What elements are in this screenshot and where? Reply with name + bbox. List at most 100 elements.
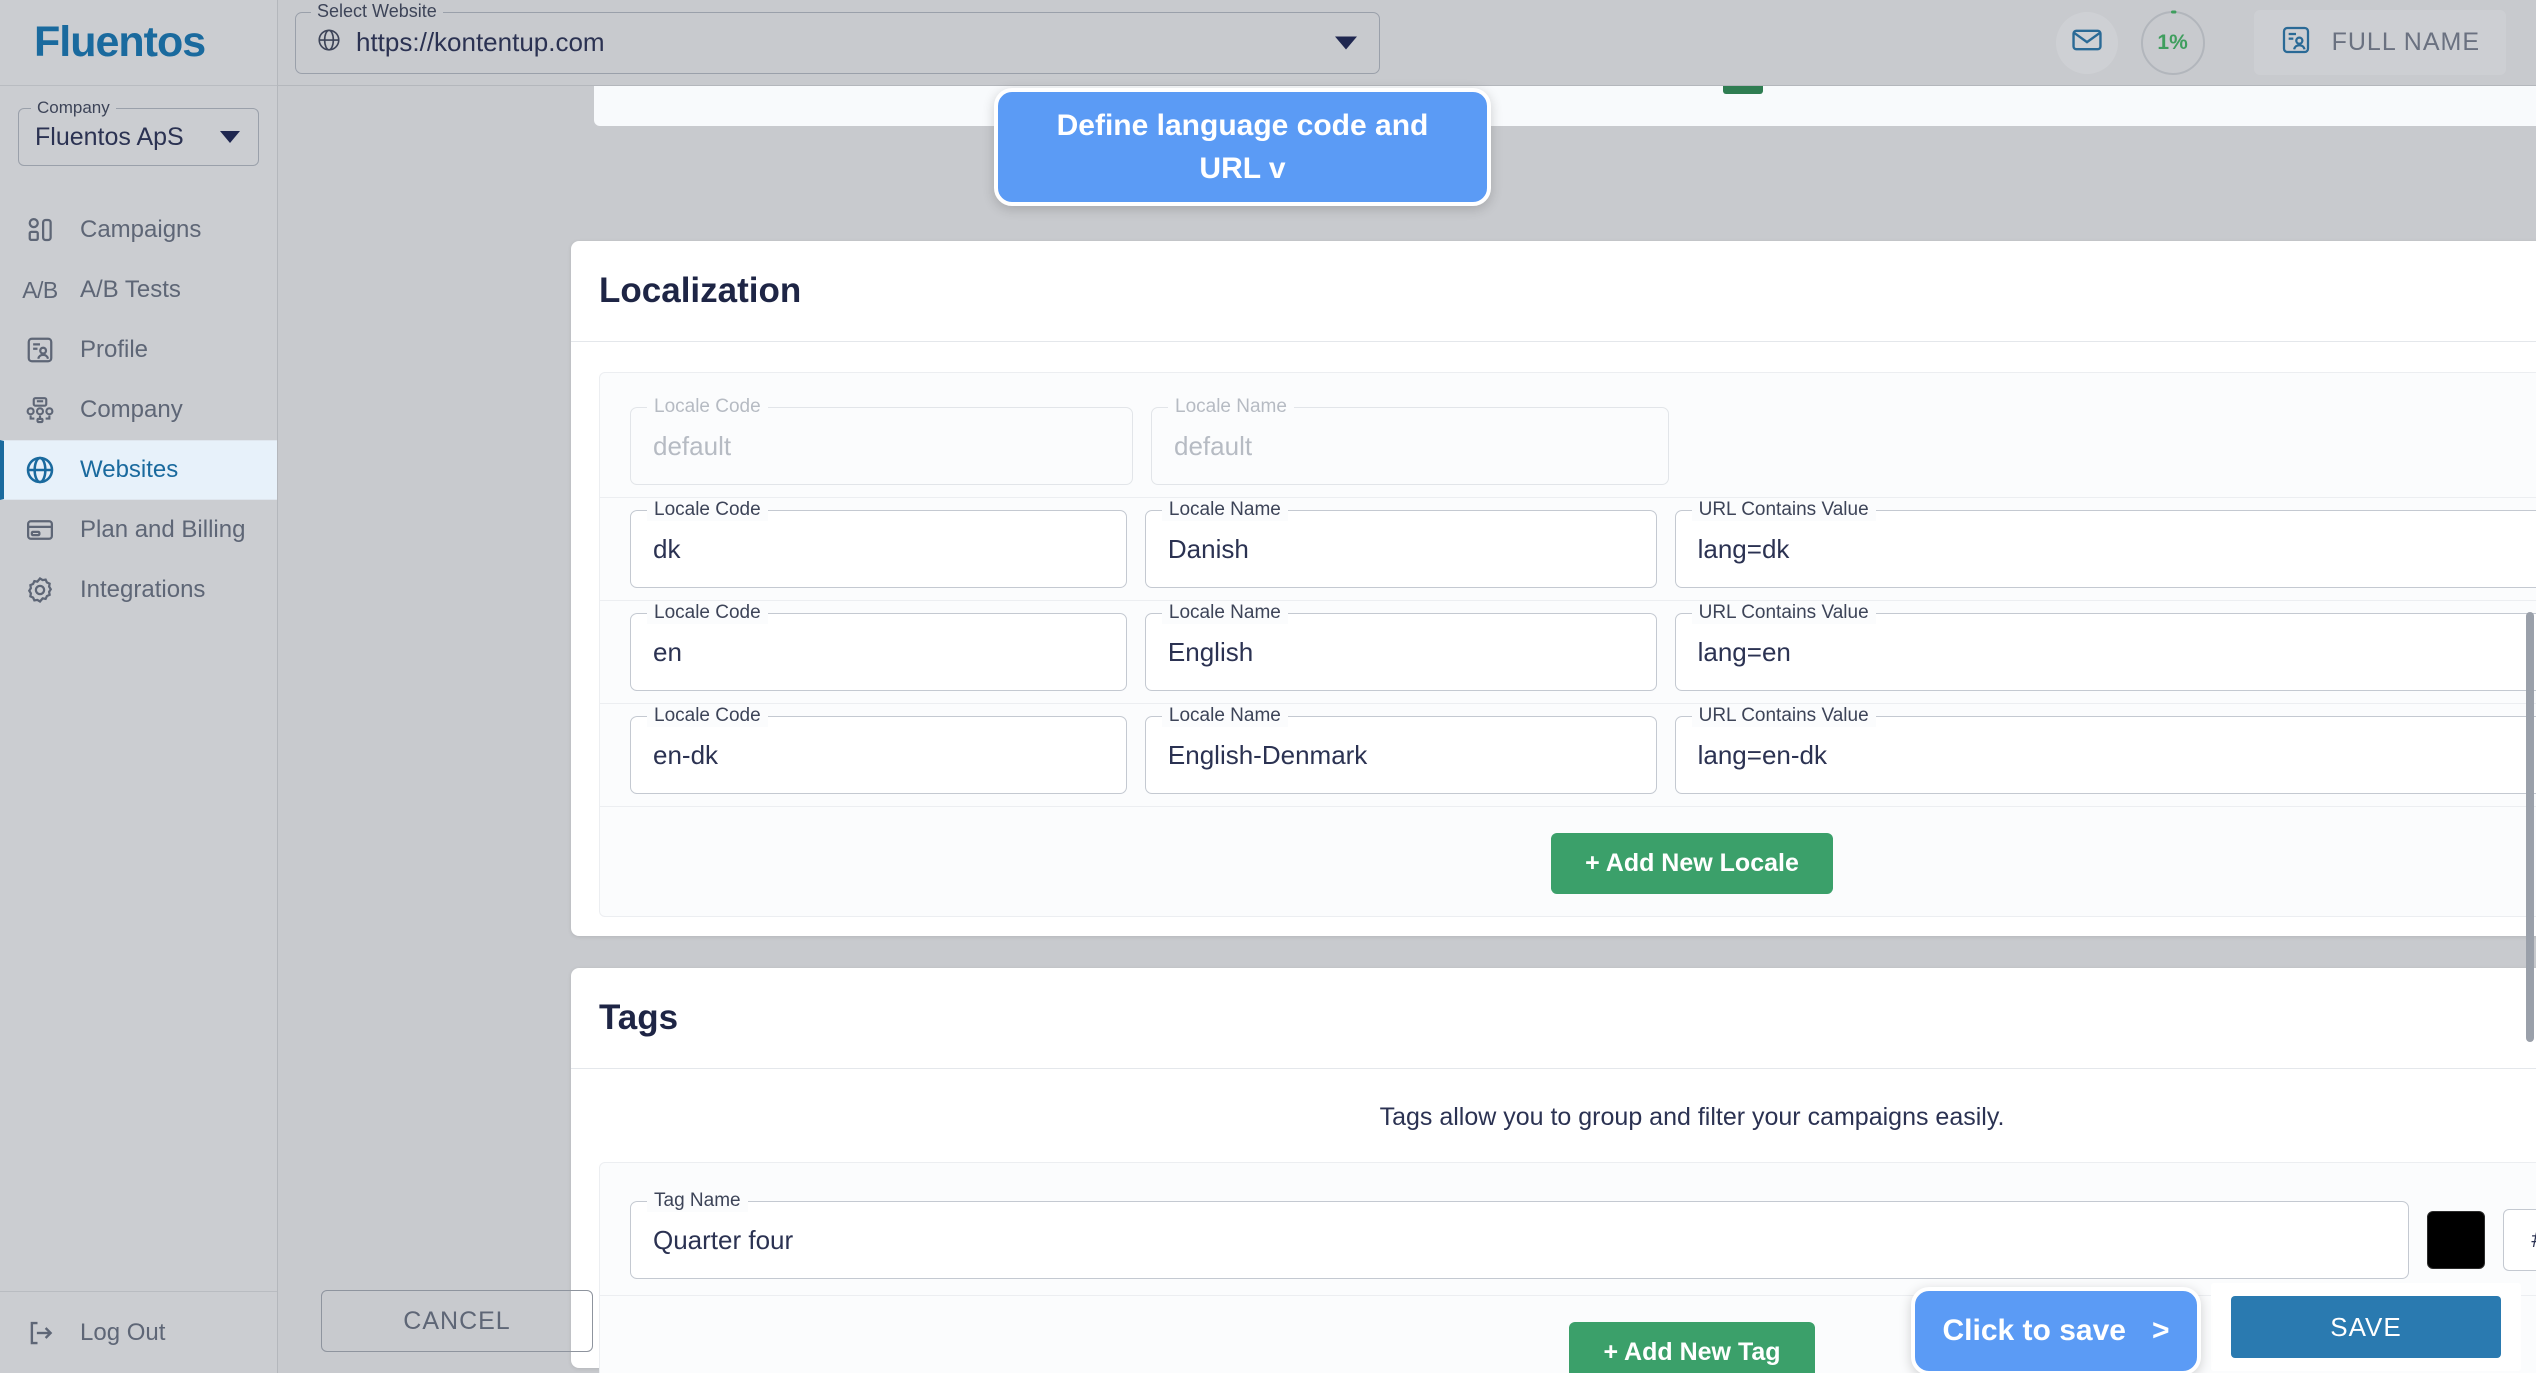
add-new-locale-button[interactable]: + Add New Locale xyxy=(1551,833,1833,894)
locale-name-input[interactable]: Locale Name English xyxy=(1144,602,1657,691)
onboarding-progress[interactable]: 1% xyxy=(2140,10,2206,76)
profile-card-icon xyxy=(2280,24,2312,61)
logout-label: Log Out xyxy=(80,1318,166,1346)
callout-language: Define language code and URL v xyxy=(994,88,1491,206)
sidebar-item-ab-tests[interactable]: A/B A/B Tests xyxy=(0,260,277,320)
locale-list: Locale Code default Locale Name default … xyxy=(599,372,2536,917)
company-select[interactable]: Company Fluentos ApS xyxy=(18,98,259,166)
field-value: English xyxy=(1167,636,1254,667)
tags-hint-text: Tags allow you to group and filter your … xyxy=(1379,1103,2005,1131)
profile-icon xyxy=(14,335,66,365)
company-selector-wrap: Company Fluentos ApS xyxy=(0,86,277,182)
sidebar-item-profile[interactable]: Profile xyxy=(0,320,277,380)
locale-name-input[interactable]: Locale Name English-Denmark xyxy=(1144,705,1657,794)
locale-row: Locale Code en-dk Locale Name English-De… xyxy=(600,704,2536,806)
topbar-actions: 1% FULL NAME xyxy=(2055,10,2536,76)
locale-code-input[interactable]: Locale Code en xyxy=(630,602,1127,691)
field-value: en-dk xyxy=(653,739,719,770)
locale-url-input[interactable]: URL Contains Value lang=en xyxy=(1674,602,2536,691)
main-content: Localization Locale Code default Locale … xyxy=(278,86,2536,1373)
logout-button[interactable]: Log Out xyxy=(0,1291,277,1373)
cancel-button[interactable]: CANCEL xyxy=(321,1290,593,1352)
chevron-right-icon: > xyxy=(2151,1314,2170,1347)
website-select[interactable]: Select Website https://kontentup.com xyxy=(295,0,1380,74)
sidebar-item-campaigns[interactable]: Campaigns xyxy=(0,200,277,260)
locale-name-input[interactable]: Locale Name Danish xyxy=(1144,499,1657,588)
field-value: Quarter four xyxy=(653,1224,794,1255)
mail-button[interactable] xyxy=(2055,11,2118,74)
field-value: lang=en xyxy=(1697,636,1791,667)
field-legend: URL Contains Value xyxy=(1691,499,1876,521)
sidebar-item-label: Campaigns xyxy=(80,216,202,243)
field-legend: Locale Name xyxy=(1161,499,1288,521)
sidebar-item-label: Plan and Billing xyxy=(80,516,246,543)
tag-name-input[interactable]: Tag Name Quarter four xyxy=(630,1190,2409,1279)
chevron-down-icon xyxy=(220,131,240,143)
company-select-legend: Company xyxy=(31,98,116,118)
locale-code-input-default: Locale Code default xyxy=(630,396,1133,485)
locale-code-input[interactable]: Locale Code en-dk xyxy=(630,705,1127,794)
field-legend: Locale Code xyxy=(647,396,768,418)
mail-icon xyxy=(2070,23,2104,62)
sidebar-item-plan-and-billing[interactable]: Plan and Billing xyxy=(0,500,277,560)
locale-code-input[interactable]: Locale Code dk xyxy=(630,499,1127,588)
user-menu-button[interactable]: FULL NAME xyxy=(2253,10,2506,75)
save-button[interactable]: SAVE xyxy=(2231,1296,2501,1358)
user-name: FULL NAME xyxy=(2331,28,2480,56)
locale-url-input[interactable]: URL Contains Value lang=dk xyxy=(1674,499,2536,588)
field-legend: URL Contains Value xyxy=(1691,705,1876,727)
sidebar-item-label: Websites xyxy=(80,456,179,483)
callout-save-text: Click to save xyxy=(1942,1314,2126,1347)
callout-language-text: Define language code and URL v xyxy=(1056,108,1429,186)
divider xyxy=(600,806,2536,807)
page-title-tags: Tags xyxy=(599,998,679,1037)
field-legend: Tag Name xyxy=(647,1190,748,1212)
tag-color-swatch[interactable] xyxy=(2427,1211,2485,1269)
field-legend: Locale Name xyxy=(1161,602,1288,624)
chevron-down-icon xyxy=(1335,36,1357,49)
ab-icon: A/B xyxy=(22,276,58,303)
logout-icon xyxy=(14,1318,66,1348)
logo[interactable]: Fluentos xyxy=(0,0,277,86)
company-icon xyxy=(14,395,66,425)
locale-url-input[interactable]: URL Contains Value lang=en-dk xyxy=(1674,705,2536,794)
sidebar-item-label: Company xyxy=(80,396,183,423)
company-select-value: Fluentos ApS xyxy=(35,122,184,151)
creditcard-icon xyxy=(14,515,66,545)
localization-card: Localization Locale Code default Locale … xyxy=(571,241,2536,936)
sidebar-item-label: Integrations xyxy=(80,576,206,603)
field-legend: Locale Name xyxy=(1161,705,1288,727)
website-select-value: https://kontentup.com xyxy=(356,27,605,57)
save-button-highlight: SAVE xyxy=(2211,1283,2521,1371)
gear-icon xyxy=(14,575,66,605)
sidebar-item-integrations[interactable]: Integrations xyxy=(0,560,277,620)
callout-save[interactable]: Click to save > xyxy=(1911,1287,2201,1373)
scrollbar-track[interactable] xyxy=(2524,172,2536,1373)
website-select-legend: Select Website xyxy=(311,0,443,22)
field-legend: Locale Code xyxy=(647,705,768,727)
sidebar-item-company[interactable]: Company xyxy=(0,380,277,440)
locale-row-default: Locale Code default Locale Name default xyxy=(600,395,2536,497)
scrollbar-thumb[interactable] xyxy=(2526,612,2534,1042)
sidebar-item-label: Profile xyxy=(80,336,149,363)
previous-card-peek xyxy=(594,86,2536,126)
sidebar-item-websites[interactable]: Websites xyxy=(0,440,277,500)
field-legend: Locale Code xyxy=(647,602,768,624)
field-placeholder: default xyxy=(1174,430,1253,461)
previous-card-green-button[interactable] xyxy=(1723,86,1763,94)
progress-percent: 1% xyxy=(2157,30,2188,54)
globe-icon xyxy=(316,27,342,58)
locale-row: Locale Code dk Locale Name Danish URL Co… xyxy=(600,498,2536,600)
field-value: lang=dk xyxy=(1697,533,1790,564)
locale-row: Locale Code en Locale Name English URL C… xyxy=(600,601,2536,703)
field-value: lang=en-dk xyxy=(1697,739,1827,770)
field-value: en xyxy=(653,636,682,667)
field-value: Danish xyxy=(1167,533,1249,564)
field-legend: Locale Name xyxy=(1168,396,1294,418)
topbar: Select Website https://kontentup.com 1% xyxy=(278,0,2536,86)
sidebar-item-label: A/B Tests xyxy=(80,276,181,303)
divider xyxy=(571,341,2536,342)
sidebar-nav: Campaigns A/B A/B Tests Profile Company … xyxy=(0,200,277,1291)
field-value: English-Denmark xyxy=(1167,739,1368,770)
locale-name-input-default: Locale Name default xyxy=(1151,396,1669,485)
